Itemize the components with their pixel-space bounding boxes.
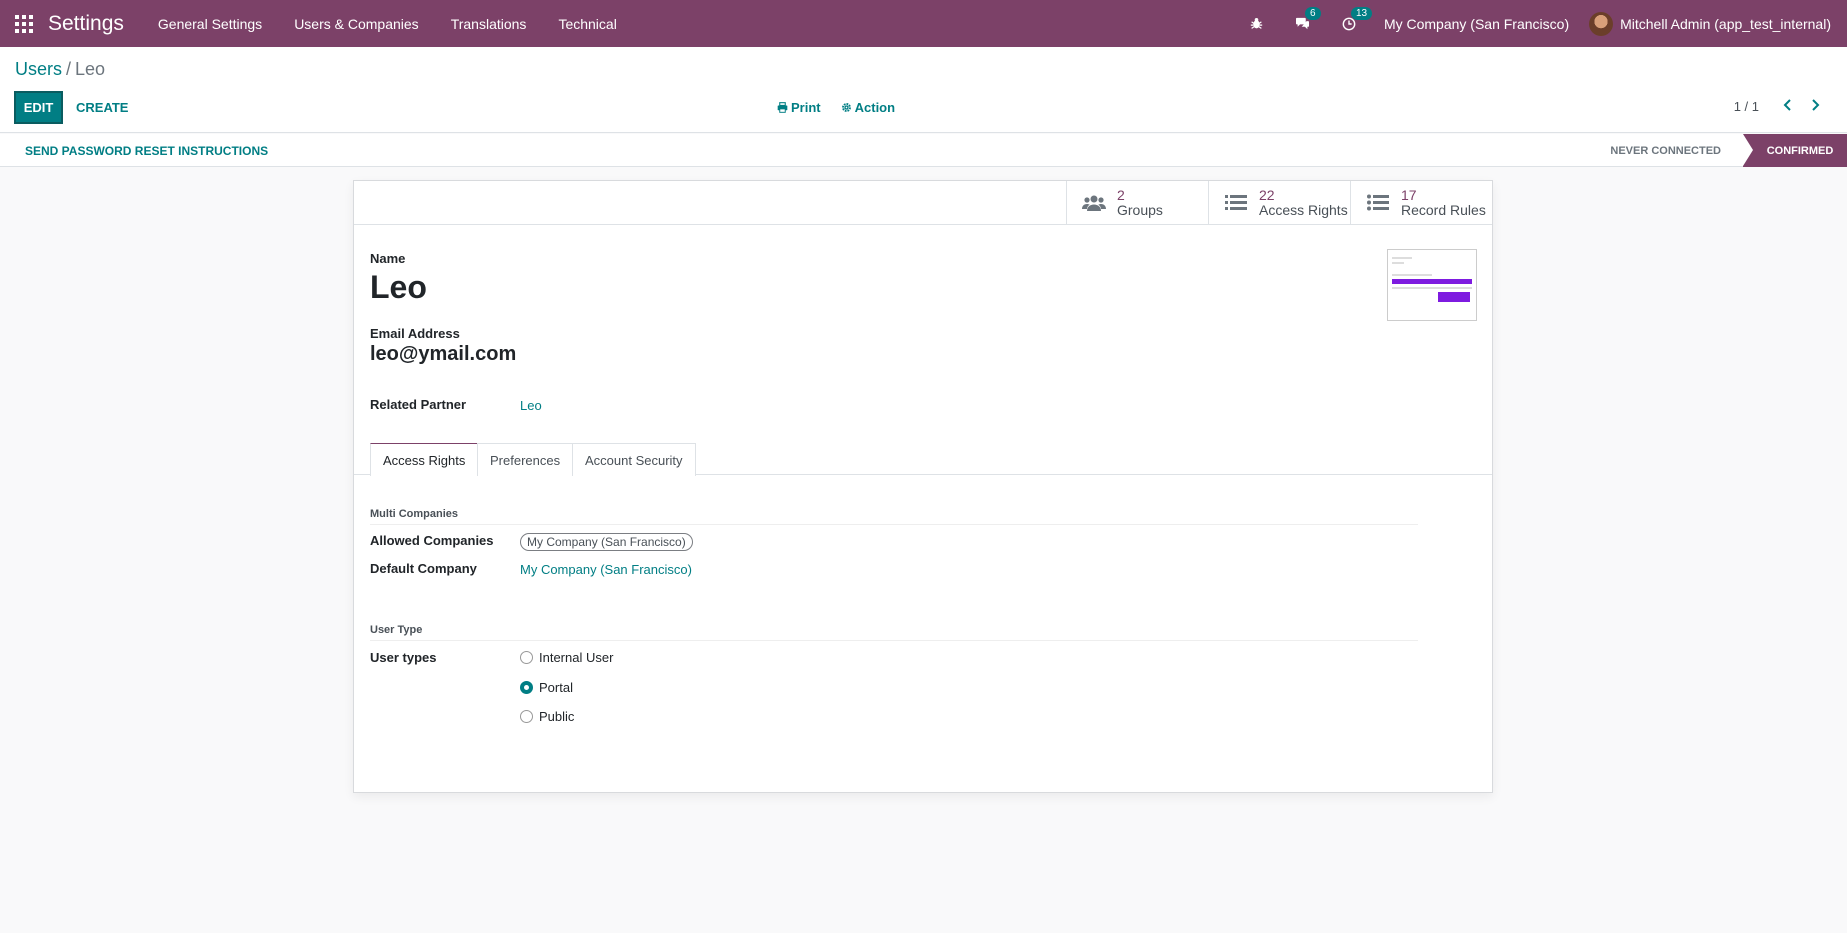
- record-rules-label: Record Rules: [1401, 202, 1486, 218]
- user-image[interactable]: [1387, 249, 1477, 321]
- allowed-company-tag[interactable]: My Company (San Francisco): [520, 533, 693, 551]
- radio-public[interactable]: Public: [520, 709, 574, 724]
- groups-smart-button[interactable]: 2 Groups: [1066, 181, 1208, 225]
- menu-general-settings[interactable]: General Settings: [158, 16, 262, 32]
- tab-account-security[interactable]: Account Security: [572, 443, 696, 476]
- radio-button-selected[interactable]: [520, 681, 533, 694]
- print-menu[interactable]: Print: [777, 100, 821, 115]
- allowed-companies-label: Allowed Companies: [370, 533, 494, 548]
- radio-label: Public: [539, 709, 575, 724]
- stage-never-connected[interactable]: NEVER CONNECTED: [1610, 134, 1737, 167]
- breadcrumb-current: Leo: [75, 59, 106, 79]
- groups-label: Groups: [1117, 202, 1163, 218]
- default-company-label: Default Company: [370, 561, 477, 576]
- action-menu[interactable]: Action: [841, 100, 895, 115]
- menu-translations[interactable]: Translations: [451, 16, 527, 32]
- related-partner-label: Related Partner: [370, 397, 467, 412]
- email-label: Email Address: [370, 326, 460, 341]
- record-rules-smart-button[interactable]: 17 Record Rules: [1350, 181, 1492, 225]
- print-label: Print: [791, 100, 821, 115]
- related-partner-link[interactable]: Leo: [520, 398, 542, 413]
- smart-button-box: 2 Groups 22 Access Rights 17 Record Rule…: [354, 181, 1492, 225]
- form-statusbar: SEND PASSWORD RESET INSTRUCTIONS NEVER C…: [0, 134, 1847, 167]
- radio-button[interactable]: [520, 651, 533, 664]
- name-label: Name: [370, 251, 406, 266]
- breadcrumb: Users / Leo: [15, 59, 105, 80]
- multi-companies-title: Multi Companies: [370, 508, 1418, 525]
- pager-next-icon[interactable]: [1805, 95, 1825, 115]
- print-icon: [777, 102, 788, 113]
- gear-icon: [841, 103, 851, 112]
- user-types-label: User types: [370, 650, 437, 665]
- users-icon: [1081, 192, 1107, 214]
- activity-clock-icon[interactable]: 13: [1340, 6, 1373, 33]
- pager-value[interactable]: 1 / 1: [1734, 99, 1759, 114]
- access-rights-smart-button[interactable]: 22 Access Rights: [1208, 181, 1350, 225]
- user-avatar[interactable]: [1589, 11, 1614, 36]
- app-brand[interactable]: Settings: [48, 12, 124, 36]
- notebook-tabs: Access Rights Preferences Account Securi…: [354, 443, 1492, 476]
- menu-users-companies[interactable]: Users & Companies: [294, 16, 419, 32]
- edit-button[interactable]: EDIT: [14, 91, 63, 124]
- tab-access-rights[interactable]: Access Rights: [370, 443, 479, 476]
- record-rules-count: 17: [1401, 187, 1417, 203]
- breadcrumb-separator: /: [66, 59, 72, 79]
- send-password-reset-button[interactable]: SEND PASSWORD RESET INSTRUCTIONS: [25, 144, 268, 158]
- control-panel: Users / Leo EDIT CREATE Print Action 1 / 1: [0, 47, 1847, 133]
- company-switcher[interactable]: My Company (San Francisco): [1384, 16, 1569, 32]
- action-menus: Print Action: [777, 100, 895, 115]
- user-type-title: User Type: [370, 624, 1418, 641]
- access-rights-label: Access Rights: [1259, 202, 1348, 218]
- action-label: Action: [854, 100, 896, 115]
- pager-previous-icon[interactable]: [1777, 95, 1797, 115]
- stage-confirmed[interactable]: CONFIRMED: [1743, 134, 1847, 167]
- radio-button[interactable]: [520, 710, 533, 723]
- radio-portal[interactable]: Portal: [520, 680, 573, 695]
- navbar-systray: 6 13 My Company (San Francisco) Mitchell…: [1234, 0, 1831, 47]
- top-navbar: Settings General Settings Users & Compan…: [0, 0, 1847, 47]
- radio-label: Portal: [539, 680, 573, 695]
- breadcrumb-users[interactable]: Users: [15, 59, 62, 79]
- access-rights-count: 22: [1259, 187, 1275, 203]
- radio-internal-user[interactable]: Internal User: [520, 650, 613, 665]
- email-value: leo@ymail.com: [370, 343, 517, 365]
- chat-icon[interactable]: 6: [1294, 6, 1321, 33]
- form-sheet: 2 Groups 22 Access Rights 17 Record Rule…: [353, 180, 1493, 793]
- apps-menu-icon[interactable]: [15, 14, 33, 33]
- name-value: Leo: [370, 269, 427, 305]
- radio-label: Internal User: [539, 650, 614, 665]
- list-icon: [1223, 192, 1249, 214]
- debug-bug-icon[interactable]: [1248, 15, 1266, 33]
- menu-technical[interactable]: Technical: [558, 16, 616, 32]
- list-ul-icon: [1365, 192, 1391, 214]
- user-menu[interactable]: Mitchell Admin (app_test_internal): [1620, 16, 1831, 32]
- tab-preferences[interactable]: Preferences: [477, 443, 574, 476]
- default-company-link[interactable]: My Company (San Francisco): [520, 562, 692, 577]
- chat-badge: 6: [1304, 6, 1321, 20]
- create-button[interactable]: CREATE: [76, 100, 128, 115]
- groups-count: 2: [1117, 187, 1125, 203]
- activity-badge: 13: [1350, 6, 1373, 20]
